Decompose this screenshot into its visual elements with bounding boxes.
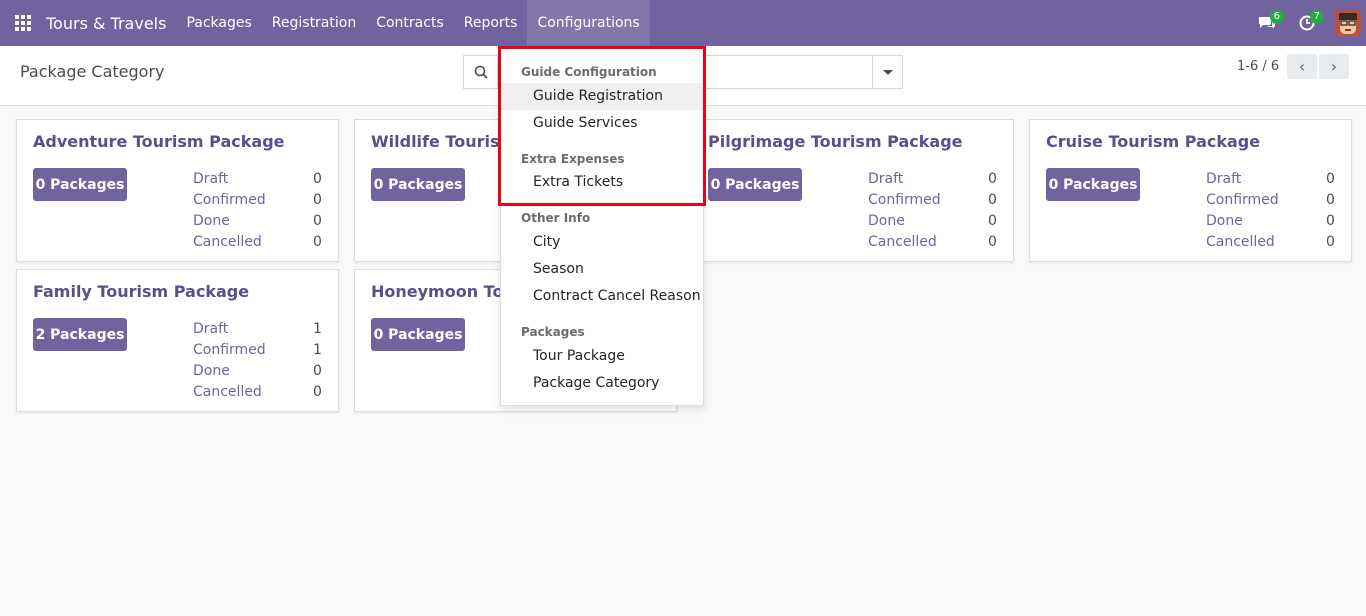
systray: 6 7 [1247,0,1366,46]
stat-value: 0 [988,171,997,187]
stat-label: Done [193,363,230,379]
menu-item-contract-cancel-reason[interactable]: Contract Cancel Reason [501,283,703,310]
highlight-annotation-box [498,46,706,206]
stat-label: Draft [193,321,229,337]
stat-value: 0 [313,213,322,229]
stat-value: 0 [313,234,322,250]
stat-label: Draft [193,171,229,187]
stat-label: Draft [868,171,904,187]
messages-button[interactable]: 6 [1247,0,1287,46]
stat-label: Cancelled [1206,234,1275,250]
dropdown-header: Other Info [521,211,591,225]
menu-reports[interactable]: Reports [454,0,528,46]
packages-button[interactable]: 0 Packages [33,168,127,201]
kanban-card[interactable]: Family Tourism Package 2 Packages Draft … [16,269,339,412]
pager-next-button[interactable]: › [1319,54,1349,79]
menu-item-city[interactable]: City [501,229,703,256]
stat-label: Confirmed [1206,192,1279,208]
kanban-card[interactable]: Adventure Tourism Package 0 Packages Dra… [16,119,339,262]
page-title: Package Category [20,62,165,81]
messages-badge: 6 [1269,10,1284,24]
pager-value[interactable]: 1-6 / 6 [1237,59,1279,74]
app-title[interactable]: Tours & Travels [46,14,166,33]
menu-registration[interactable]: Registration [262,0,366,46]
stat-label: Done [1206,213,1243,229]
menu-item-package-category[interactable]: Package Category [501,370,703,397]
activities-badge: 7 [1309,10,1324,24]
search-options-toggle[interactable] [872,56,902,88]
chevron-left-icon: ‹ [1298,57,1306,76]
kanban-card[interactable]: Cruise Tourism Package 0 Packages Draft … [1029,119,1352,262]
menu-item-season[interactable]: Season [501,256,703,283]
stat-value: 0 [1326,192,1335,208]
card-title: Adventure Tourism Package [33,132,285,151]
stat-label: Confirmed [193,342,266,358]
stat-value: 0 [313,363,322,379]
stat-value: 0 [1326,213,1335,229]
card-title: Family Tourism Package [33,282,250,301]
stat-value: 0 [988,234,997,250]
caret-down-icon [882,69,893,75]
stat-label: Draft [1206,171,1242,187]
apps-menu-icon[interactable] [0,0,46,46]
stat-label: Cancelled [193,384,262,400]
stat-value: 0 [1326,234,1335,250]
top-navbar: Tours & Travels Packages Registration Co… [0,0,1366,46]
stat-label: Confirmed [193,192,266,208]
kanban-card[interactable]: Pilgrimage Tourism Package 0 Packages Dr… [691,119,1014,262]
menu-packages[interactable]: Packages [176,0,261,46]
card-title: Pilgrimage Tourism Package [708,132,963,151]
search-icon[interactable] [464,56,498,88]
chevron-right-icon: › [1330,57,1338,76]
packages-button[interactable]: 0 Packages [371,168,465,201]
menu-configurations[interactable]: Configurations [527,0,650,46]
stat-value: 0 [313,171,322,187]
menu-contracts[interactable]: Contracts [366,0,454,46]
menu-item-tour-package[interactable]: Tour Package [501,343,703,370]
stat-value: 0 [988,213,997,229]
card-title: Wildlife Tourism [371,132,517,151]
stat-label: Done [868,213,905,229]
pager-previous-button[interactable]: ‹ [1287,54,1317,79]
packages-button[interactable]: 0 Packages [708,168,802,201]
packages-button[interactable]: 0 Packages [371,318,465,351]
packages-button[interactable]: 0 Packages [1046,168,1140,201]
stat-value: 0 [988,192,997,208]
packages-button[interactable]: 2 Packages [33,318,127,351]
avatar-image [1335,10,1361,36]
stat-value: 1 [313,342,322,358]
stat-label: Done [193,213,230,229]
stat-value: 0 [313,384,322,400]
card-title: Cruise Tourism Package [1046,132,1261,151]
user-avatar[interactable] [1335,10,1361,36]
stat-label: Confirmed [868,192,941,208]
stat-label: Cancelled [868,234,937,250]
stat-label: Cancelled [193,234,262,250]
stat-value: 1 [313,321,322,337]
stat-value: 0 [1326,171,1335,187]
stat-value: 0 [313,192,322,208]
activities-button[interactable]: 7 [1287,0,1327,46]
dropdown-header: Packages [521,325,585,339]
